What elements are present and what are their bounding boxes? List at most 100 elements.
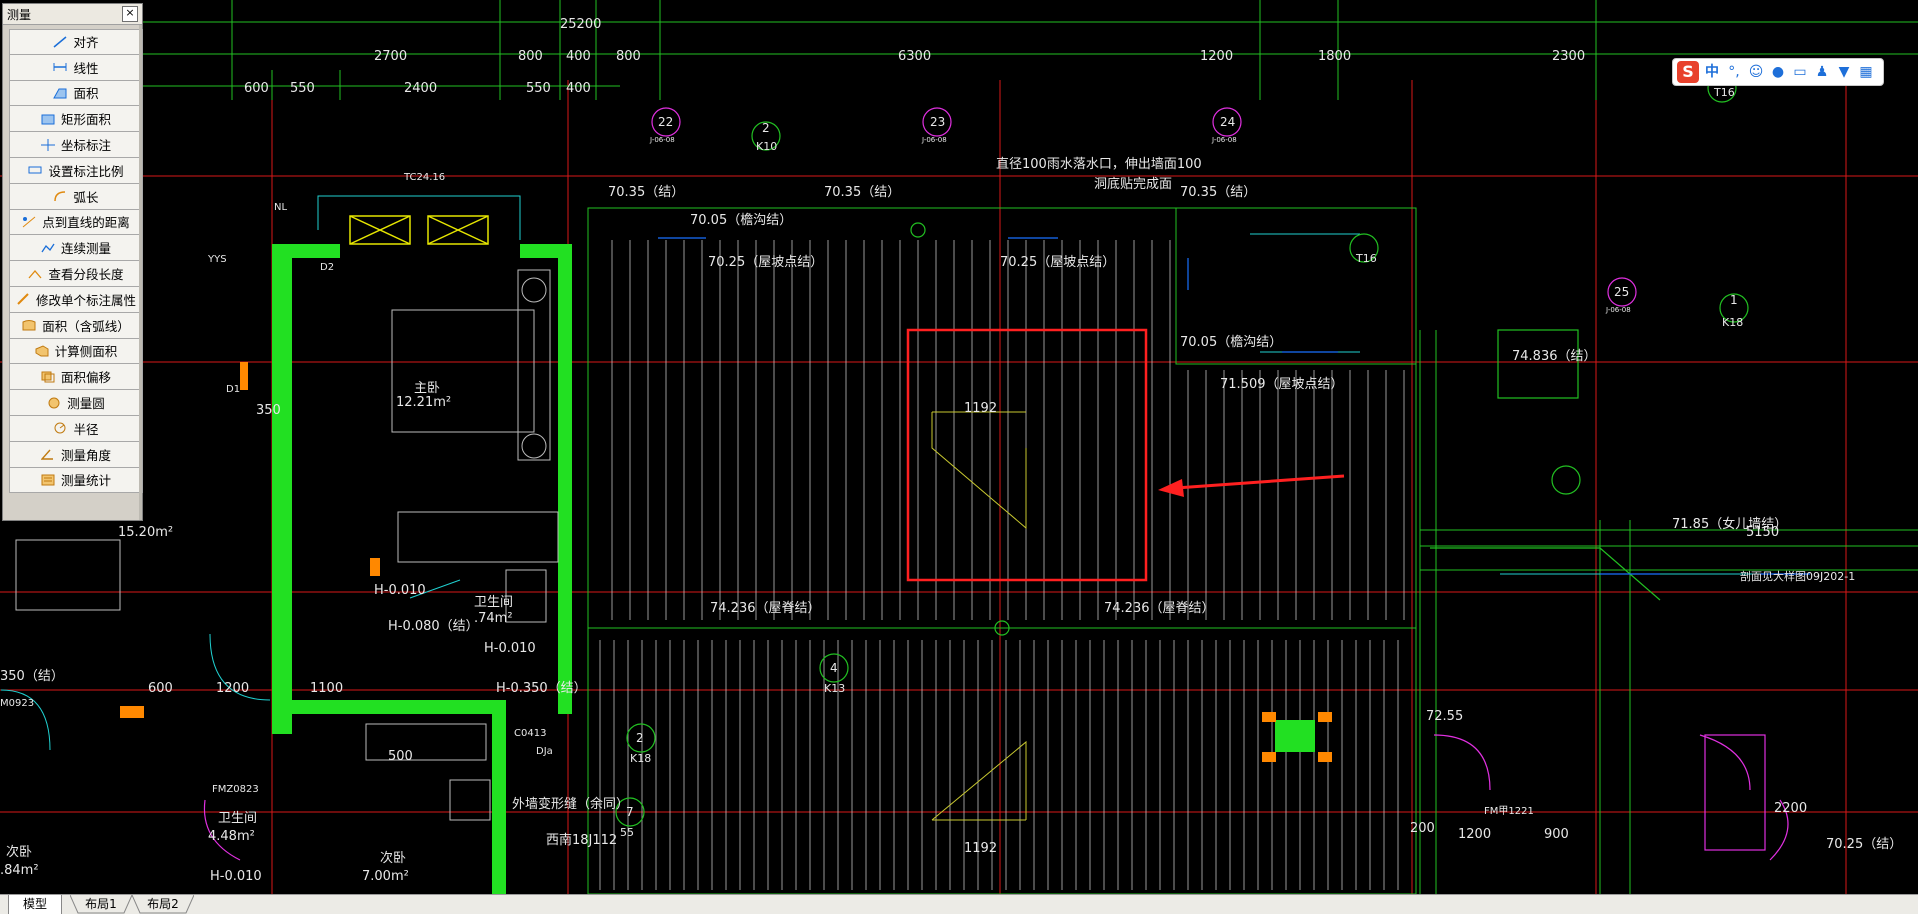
svg-text:H-0.080（结）: H-0.080（结）	[388, 619, 479, 634]
svg-text:550: 550	[290, 81, 315, 96]
svg-text:500: 500	[388, 749, 413, 764]
svg-text:2400: 2400	[404, 81, 437, 96]
point-line-distance-icon	[22, 216, 36, 228]
rect-area-icon	[41, 113, 55, 125]
svg-text:C0413: C0413	[514, 728, 546, 739]
svg-text:800: 800	[616, 49, 641, 64]
svg-text:350（结）: 350（结）	[0, 669, 64, 684]
tab-label: 布局1	[85, 897, 117, 911]
side-area-icon	[35, 345, 49, 357]
tab-layout2[interactable]: 布局2	[132, 895, 194, 914]
svg-text:1800: 1800	[1318, 49, 1351, 64]
svg-text:K13: K13	[824, 682, 845, 695]
tool-angle[interactable]: 测量角度	[9, 441, 143, 468]
svg-text:200: 200	[1410, 821, 1435, 836]
svg-text:1: 1	[1730, 293, 1738, 307]
angle-icon	[40, 448, 55, 460]
tool-label: 连续测量	[60, 241, 111, 257]
tool-circle-measure[interactable]: 测量圆	[9, 390, 143, 416]
ime-toolbar[interactable]: S 中 °, ☺ ● ▭ ♟ ▼ ▦	[1672, 58, 1884, 86]
tool-edit-dim[interactable]: 修改单个标注属性	[9, 286, 143, 313]
shirt-icon[interactable]: ▼	[1835, 63, 1853, 81]
svg-text:1192: 1192	[964, 401, 997, 416]
svg-text:直径100雨水落水口，伸出墙面100: 直径100雨水落水口，伸出墙面100	[996, 157, 1202, 172]
measure-palette[interactable]: 测量 × 对齐 线性 面积 矩形面积 坐标标注 设置标注比例 弧长 点到直线的距…	[2, 3, 143, 521]
tab-model[interactable]: 模型	[8, 895, 62, 914]
palette-scrollbar[interactable]	[139, 25, 142, 520]
svg-text:2200: 2200	[1774, 801, 1807, 816]
tool-arc-length[interactable]: 弧长	[9, 183, 143, 210]
sogou-logo-icon[interactable]: S	[1677, 61, 1699, 83]
svg-text:600: 600	[244, 81, 269, 96]
tool-area-offset[interactable]: 面积偏移	[9, 364, 143, 391]
svg-text:70.25（结）: 70.25（结）	[1826, 837, 1902, 852]
ime-punct-toggle[interactable]: °,	[1725, 63, 1743, 81]
mic-icon[interactable]: ●	[1769, 63, 1787, 81]
svg-text:J-06-08: J-06-08	[649, 136, 675, 144]
tool-point-line-distance[interactable]: 点到直线的距离	[9, 209, 143, 236]
svg-text:70.05（檐沟结）: 70.05（檐沟结）	[1180, 335, 1282, 350]
svg-text:74.236（屋脊结）: 74.236（屋脊结）	[710, 601, 821, 616]
cad-drawing-canvas[interactable]: 25200 2700 800 400 800 6300 1200 1800 23…	[0, 0, 1918, 894]
svg-text:4.48m²: 4.48m²	[208, 829, 255, 844]
tool-label: 修改单个标注属性	[35, 292, 136, 308]
coordinate-icon	[40, 138, 55, 151]
svg-text:.84m²: .84m²	[0, 863, 39, 878]
svg-text:D1: D1	[226, 384, 240, 395]
svg-text:J-06-08: J-06-08	[1211, 136, 1237, 144]
tool-label: 线性	[73, 60, 99, 76]
continuous-measure-icon	[41, 242, 55, 254]
grid-icon[interactable]: ▦	[1857, 63, 1875, 81]
tab-layout1[interactable]: 布局1	[70, 895, 132, 914]
svg-text:2: 2	[762, 121, 770, 135]
svg-text:70.35（结）: 70.35（结）	[1180, 185, 1256, 200]
tool-set-scale[interactable]: 设置标注比例	[9, 157, 143, 184]
tool-label: 计算侧面积	[54, 344, 118, 360]
palette-title-bar[interactable]: 测量 ×	[3, 4, 142, 25]
svg-text:TC24.16: TC24.16	[403, 172, 445, 183]
ime-mode-toggle[interactable]: 中	[1703, 63, 1721, 81]
keyboard-icon[interactable]: ▭	[1791, 63, 1809, 81]
tool-side-area[interactable]: 计算侧面积	[9, 338, 143, 365]
tool-label: 对齐	[73, 35, 99, 51]
svg-text:1100: 1100	[310, 681, 343, 696]
svg-text:4: 4	[830, 661, 838, 675]
tool-arc-area[interactable]: 面积（含弧线）	[9, 312, 143, 339]
linear-dim-icon	[53, 61, 67, 73]
tool-coordinate[interactable]: 坐标标注	[9, 132, 143, 158]
svg-text:1200: 1200	[1458, 827, 1491, 842]
tool-stats[interactable]: 测量统计	[9, 467, 143, 494]
person-icon[interactable]: ♟	[1813, 63, 1831, 81]
svg-text:25200: 25200	[560, 17, 601, 32]
tool-segment-length[interactable]: 查看分段长度	[9, 261, 143, 287]
arc-length-icon	[53, 190, 67, 202]
svg-text:6300: 6300	[898, 49, 931, 64]
svg-text:55: 55	[620, 826, 634, 839]
smile-icon[interactable]: ☺	[1747, 63, 1765, 81]
tool-linear[interactable]: 线性	[9, 54, 143, 81]
svg-text:900: 900	[1544, 827, 1569, 842]
svg-text:400: 400	[566, 49, 591, 64]
svg-text:M0923: M0923	[0, 698, 34, 709]
tool-label: 半径	[73, 421, 99, 437]
tool-rect-area[interactable]: 矩形面积	[9, 106, 143, 133]
tool-label: 测量角度	[60, 447, 111, 463]
svg-text:7: 7	[626, 805, 634, 819]
svg-text:YYS: YYS	[207, 254, 227, 265]
tool-radius[interactable]: 半径	[9, 415, 143, 442]
tool-label: 矩形面积	[60, 112, 111, 128]
svg-text:H-0.010: H-0.010	[484, 641, 536, 656]
svg-text:剖面见大样图09J202-1: 剖面见大样图09J202-1	[1740, 569, 1855, 583]
tool-align[interactable]: 对齐	[9, 29, 143, 55]
tool-continuous-measure[interactable]: 连续测量	[9, 235, 143, 262]
svg-text:600: 600	[148, 681, 173, 696]
svg-text:1200: 1200	[216, 681, 249, 696]
svg-text:74.236（屋脊结）: 74.236（屋脊结）	[1104, 601, 1215, 616]
svg-text:外墙变形缝（余同）: 外墙变形缝（余同）	[512, 796, 629, 812]
tool-area[interactable]: 面积	[9, 80, 143, 107]
svg-text:J-06-08: J-06-08	[1605, 306, 1631, 314]
close-icon[interactable]: ×	[122, 6, 138, 22]
svg-text:次卧: 次卧	[6, 844, 32, 860]
svg-text:70.25（屋坡点结）: 70.25（屋坡点结）	[708, 255, 823, 270]
circle-measure-icon	[47, 397, 61, 409]
